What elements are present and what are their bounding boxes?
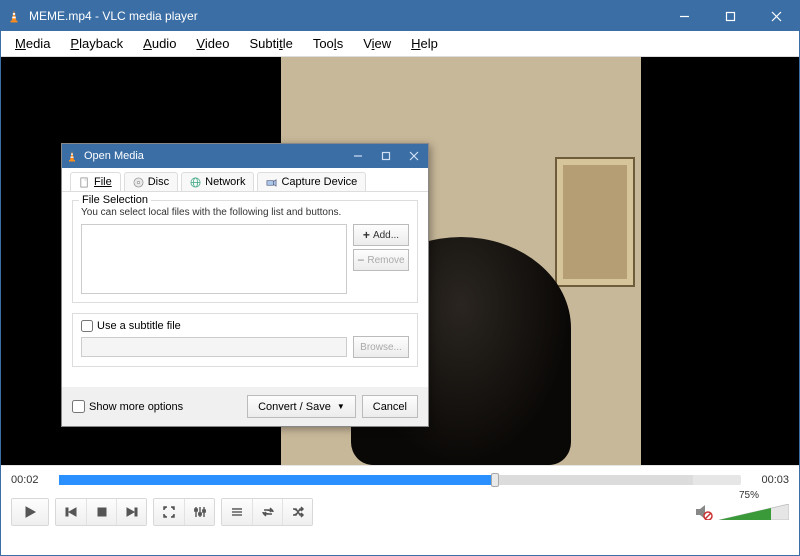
- menu-media[interactable]: Media: [7, 34, 58, 53]
- network-icon: [190, 177, 201, 188]
- previous-button[interactable]: [56, 499, 86, 525]
- show-more-options-checkbox[interactable]: [72, 400, 85, 413]
- dialog-maximize-button[interactable]: [372, 144, 400, 168]
- dialog-titlebar[interactable]: Open Media: [62, 144, 428, 168]
- menu-view[interactable]: View: [355, 34, 399, 53]
- vlc-cone-icon: [7, 9, 21, 23]
- cancel-button[interactable]: Cancel: [362, 395, 418, 418]
- dialog-footer: Show more options Convert / Save▼ Cancel: [62, 387, 428, 426]
- convert-save-button[interactable]: Convert / Save▼: [247, 395, 356, 418]
- volume-slider[interactable]: 75%: [719, 504, 789, 520]
- menu-subtitle[interactable]: Subtitle: [241, 34, 300, 53]
- dialog-tabs: File Disc Network Capture Device: [62, 168, 428, 192]
- loop-button[interactable]: [252, 499, 282, 525]
- disc-icon: [133, 177, 144, 188]
- shuffle-button[interactable]: [282, 499, 312, 525]
- subtitle-fieldset: Use a subtitle file Browse...: [72, 313, 418, 367]
- stop-button[interactable]: [86, 499, 116, 525]
- dialog-title: Open Media: [84, 150, 344, 162]
- file-selection-legend: File Selection: [79, 194, 151, 206]
- tab-disc[interactable]: Disc: [124, 172, 178, 191]
- subtitle-path-input: [81, 337, 347, 357]
- maximize-button[interactable]: [707, 1, 753, 31]
- minimize-button[interactable]: [661, 1, 707, 31]
- remove-file-button[interactable]: −Remove: [353, 249, 409, 271]
- file-icon: [79, 177, 90, 188]
- current-time[interactable]: 00:02: [11, 474, 51, 486]
- total-time[interactable]: 00:03: [749, 474, 789, 486]
- seek-bar[interactable]: [59, 475, 741, 485]
- vlc-cone-icon: [66, 150, 78, 162]
- tab-capture-device[interactable]: Capture Device: [257, 172, 366, 191]
- show-more-options-label: Show more options: [89, 401, 183, 413]
- mute-button[interactable]: [695, 504, 713, 520]
- window-title: MEME.mp4 - VLC media player: [29, 9, 661, 23]
- add-file-button[interactable]: +Add...: [353, 224, 409, 246]
- fullscreen-button[interactable]: [154, 499, 184, 525]
- play-button[interactable]: [12, 499, 48, 525]
- menu-help[interactable]: Help: [403, 34, 446, 53]
- menu-audio[interactable]: Audio: [135, 34, 184, 53]
- menu-tools[interactable]: Tools: [305, 34, 351, 53]
- use-subtitle-checkbox[interactable]: [81, 320, 93, 332]
- close-button[interactable]: [753, 1, 799, 31]
- titlebar: MEME.mp4 - VLC media player: [1, 1, 799, 31]
- plus-icon: +: [363, 228, 370, 242]
- next-button[interactable]: [116, 499, 146, 525]
- dialog-minimize-button[interactable]: [344, 144, 372, 168]
- open-media-dialog: Open Media File Disc Network Capture Dev…: [61, 143, 429, 427]
- dialog-close-button[interactable]: [400, 144, 428, 168]
- file-selection-help: You can select local files with the foll…: [81, 207, 409, 218]
- menu-video[interactable]: Video: [188, 34, 237, 53]
- video-area[interactable]: Open Media File Disc Network Capture Dev…: [1, 57, 799, 465]
- minus-icon: −: [357, 253, 364, 267]
- file-list[interactable]: [81, 224, 347, 294]
- seek-row: 00:02 00:03: [1, 465, 799, 493]
- menubar: Media Playback Audio Video Subtitle Tool…: [1, 31, 799, 57]
- tab-network[interactable]: Network: [181, 172, 254, 191]
- use-subtitle-label: Use a subtitle file: [97, 320, 181, 332]
- file-selection-fieldset: File Selection You can select local file…: [72, 200, 418, 303]
- browse-subtitle-button[interactable]: Browse...: [353, 336, 409, 358]
- extended-settings-button[interactable]: [184, 499, 214, 525]
- capture-device-icon: [266, 177, 277, 188]
- seek-knob[interactable]: [491, 473, 499, 487]
- tab-file[interactable]: File: [70, 172, 121, 191]
- menu-playback[interactable]: Playback: [62, 34, 131, 53]
- playback-controls: 75%: [1, 493, 799, 531]
- playlist-button[interactable]: [222, 499, 252, 525]
- chevron-down-icon: ▼: [337, 402, 345, 411]
- volume-percent: 75%: [739, 490, 759, 501]
